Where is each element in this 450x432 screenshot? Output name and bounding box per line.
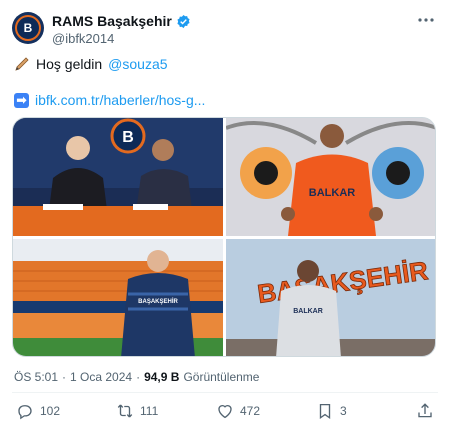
jersey-text-stadium: BAŞAKŞEHİR xyxy=(138,298,178,305)
avatar[interactable]: B xyxy=(12,12,44,44)
jersey-sponsor-text: BALKAR xyxy=(309,187,355,199)
like-button[interactable]: 472 xyxy=(216,402,260,420)
retweet-count: 111 xyxy=(140,404,159,418)
tweet-date[interactable]: 1 Oca 2024 xyxy=(70,370,132,384)
reply-icon xyxy=(18,405,32,420)
meta-separator-2: · xyxy=(136,370,141,384)
tweet-text-line2: ➡ ibfk.com.tr/haberler/hos-g... xyxy=(14,92,205,108)
tweet-text-line1: Hoş geldin @souza5 xyxy=(14,56,168,72)
share-icon xyxy=(418,403,432,418)
tweet-meta: ÖS 5:01 · 1 Oca 2024 · 94,9 B Görüntülen… xyxy=(14,370,259,384)
right-arrow-emoji-icon: ➡ xyxy=(14,92,29,108)
svg-text:B: B xyxy=(122,129,134,146)
tweet[interactable]: B RAMS Başakşehir @ibfk2014 Hoş geldin @… xyxy=(0,0,450,432)
divider xyxy=(12,392,438,393)
article-link[interactable]: ibfk.com.tr/haberler/hos-g... xyxy=(35,92,205,108)
views-label: Görüntülenme xyxy=(183,370,260,384)
more-options-icon[interactable] xyxy=(416,12,436,28)
media-image-mural[interactable]: BAŞAKŞEHİR BALKAR xyxy=(226,239,435,356)
author-handle[interactable]: @ibfk2014 xyxy=(52,31,114,46)
jersey-text-mural: BALKAR xyxy=(293,308,323,315)
heart-icon xyxy=(218,405,232,419)
tweet-time[interactable]: ÖS 5:01 xyxy=(14,370,58,384)
media-image-jersey[interactable]: BALKAR xyxy=(226,118,435,236)
bookmark-button[interactable]: 3 xyxy=(316,402,347,420)
author-display-name[interactable]: RAMS Başakşehir xyxy=(52,13,172,29)
retweet-button[interactable]: 111 xyxy=(116,402,158,420)
verified-badge-icon xyxy=(177,14,190,28)
retweet-icon xyxy=(117,404,133,418)
media-grid: B BALKAR BAŞAKŞEHİR BAŞAKŞEHİR BALKAR xyxy=(12,117,436,357)
share-button[interactable] xyxy=(416,402,434,420)
tweet-text: Hoş geldin xyxy=(36,56,103,72)
bookmark-icon xyxy=(319,403,331,420)
media-image-signing[interactable]: B xyxy=(13,118,223,236)
action-bar: 102 111 472 3 xyxy=(0,402,450,424)
views-count: 94,9 B xyxy=(144,370,180,384)
pen-emoji-icon xyxy=(15,57,29,71)
bookmark-count: 3 xyxy=(340,404,347,418)
reply-count: 102 xyxy=(40,404,61,418)
club-logo-icon: B xyxy=(15,15,41,41)
mention-link[interactable]: @souza5 xyxy=(108,56,167,72)
meta-separator: · xyxy=(62,370,67,384)
like-count: 472 xyxy=(240,404,261,418)
reply-button[interactable]: 102 xyxy=(16,402,60,420)
media-image-stadium[interactable]: BAŞAKŞEHİR xyxy=(13,239,223,356)
author-name-row: RAMS Başakşehir xyxy=(52,12,191,30)
